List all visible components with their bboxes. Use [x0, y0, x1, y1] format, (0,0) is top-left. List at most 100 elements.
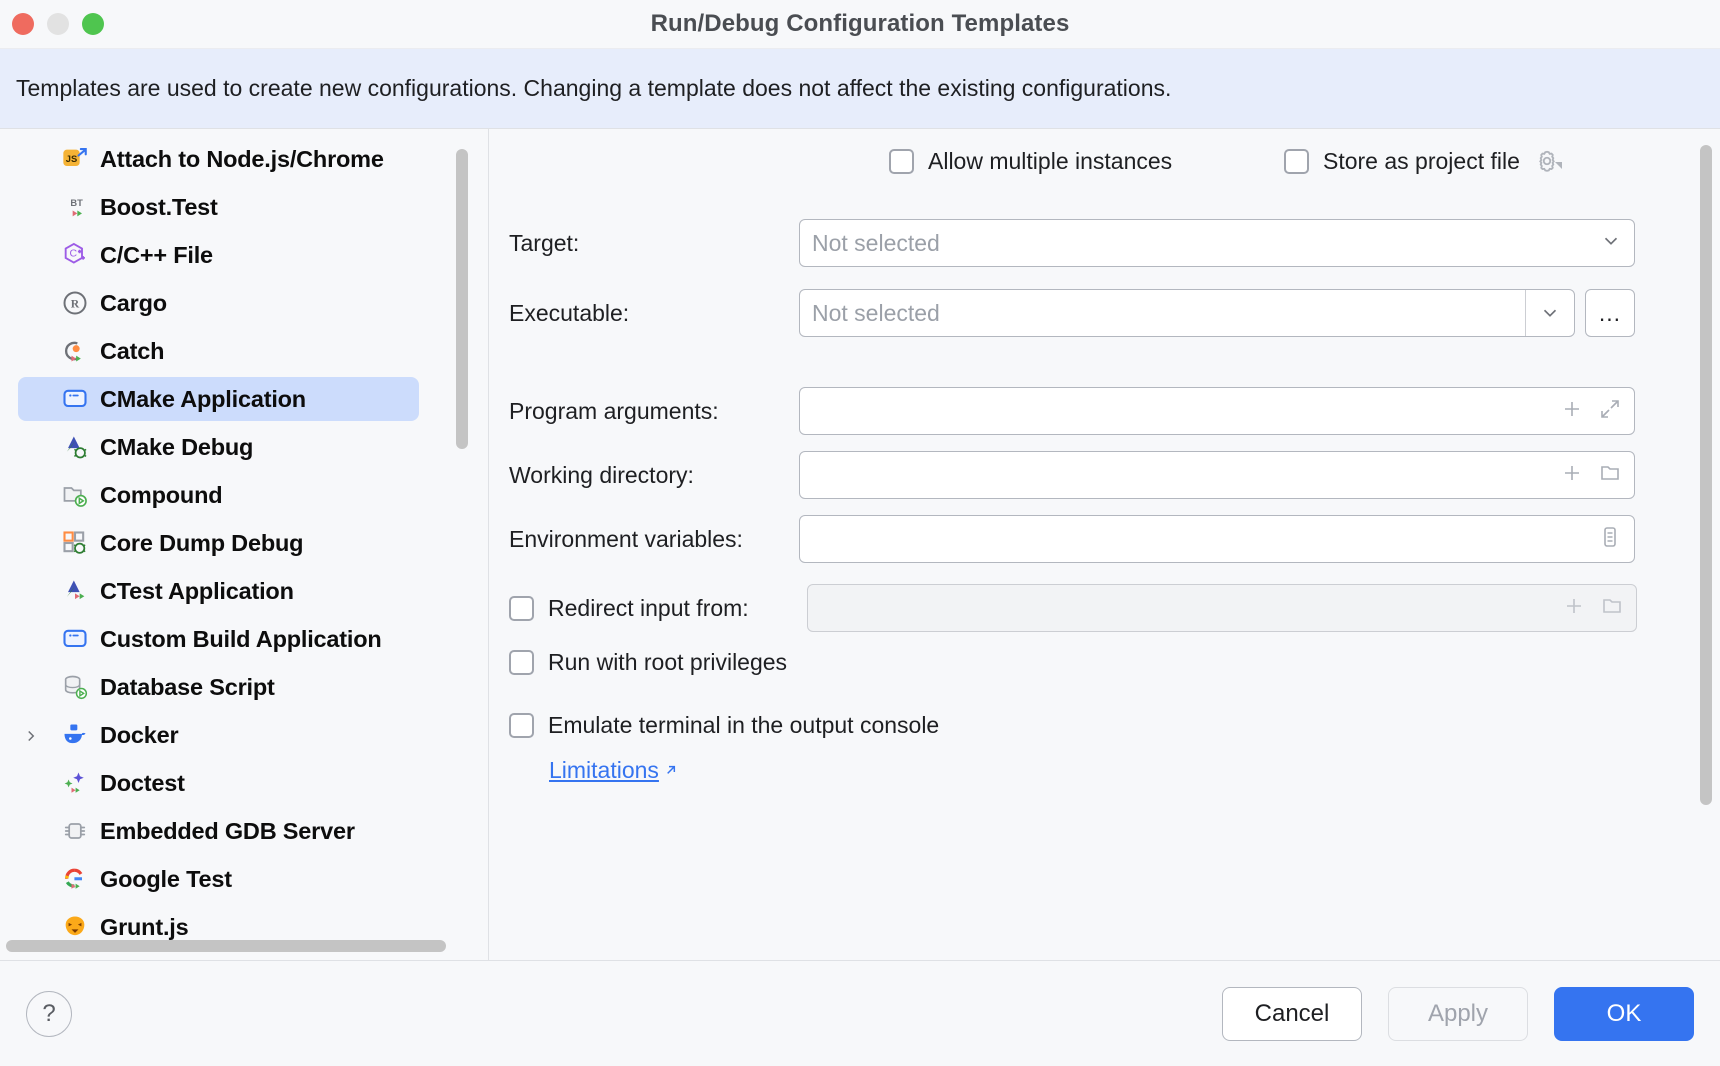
- target-value: Not selected: [812, 230, 940, 257]
- insert-macro-icon[interactable]: [1560, 461, 1584, 490]
- sidebar-item-label: Attach to Node.js/Chrome: [100, 146, 384, 173]
- nodejs-attach-icon: JS: [60, 144, 90, 174]
- insert-macro-icon[interactable]: [1560, 397, 1584, 426]
- svg-text:C: C: [69, 248, 77, 260]
- cmake-debug-icon: [60, 432, 90, 462]
- run-with-root-label: Run with root privileges: [548, 649, 787, 676]
- compound-folder-icon: [60, 480, 90, 510]
- sidebar-vertical-scrollbar-track[interactable]: [466, 137, 478, 920]
- allow-multiple-instances-row[interactable]: Allow multiple instances: [889, 148, 1172, 175]
- sidebar-item-embedded-gdb-server[interactable]: Embedded GDB Server: [0, 807, 489, 855]
- cancel-button[interactable]: Cancel: [1222, 987, 1362, 1041]
- doctest-icon: [60, 768, 90, 798]
- redirect-input-row: Redirect input from:: [489, 584, 1720, 632]
- run-with-root-row[interactable]: Run with root privileges: [489, 649, 1720, 676]
- emulate-terminal-row[interactable]: Emulate terminal in the output console: [489, 712, 1720, 739]
- target-combobox[interactable]: Not selected: [799, 219, 1635, 267]
- title-bar: Run/Debug Configuration Templates: [0, 0, 1720, 49]
- redirect-input-label: Redirect input from:: [548, 595, 749, 622]
- sidebar-item-label: Custom Build Application: [100, 626, 382, 653]
- svg-text:R: R: [71, 298, 80, 311]
- minimize-button[interactable]: [47, 13, 69, 35]
- executable-combobox[interactable]: Not selected: [799, 289, 1575, 337]
- sidebar-item-label: Docker: [100, 722, 178, 749]
- gear-icon[interactable]: [1534, 148, 1562, 174]
- sidebar-item-cmake-application[interactable]: CMake Application: [0, 375, 489, 423]
- external-link-icon: [663, 757, 679, 784]
- run-debug-configuration-templates-dialog: Run/Debug Configuration Templates Templa…: [0, 0, 1720, 1066]
- program-arguments-row: Program arguments:: [489, 387, 1720, 435]
- executable-label: Executable:: [489, 300, 799, 327]
- sidebar-item-label: CMake Application: [100, 386, 306, 413]
- sidebar-item-c-c-file[interactable]: C C/C++ File: [0, 231, 489, 279]
- window-controls: [12, 13, 104, 35]
- sidebar-item-cmake-debug[interactable]: CMake Debug: [0, 423, 489, 471]
- configuration-types-list: JSAttach to Node.js/ChromeBTBoost.TestCC…: [0, 129, 489, 951]
- sidebar-item-compound[interactable]: Compound: [0, 471, 489, 519]
- sidebar-vertical-scrollbar-thumb[interactable]: [456, 149, 468, 449]
- store-as-project-file-checkbox[interactable]: [1284, 149, 1309, 174]
- insert-macro-icon[interactable]: [1562, 594, 1586, 623]
- sidebar-item-docker[interactable]: Docker: [0, 711, 489, 759]
- help-button[interactable]: ?: [26, 991, 72, 1037]
- redirect-input-checkbox-group[interactable]: Redirect input from:: [489, 595, 799, 622]
- environment-variables-input[interactable]: [799, 515, 1635, 563]
- executable-row: Executable: Not selected ...: [489, 289, 1720, 337]
- sidebar-item-core-dump-debug[interactable]: Core Dump Debug: [0, 519, 489, 567]
- apply-button[interactable]: Apply: [1388, 987, 1528, 1041]
- window-title: Run/Debug Configuration Templates: [0, 10, 1720, 38]
- grunt-js-icon: [60, 912, 90, 942]
- program-arguments-input[interactable]: [799, 387, 1635, 435]
- store-as-project-file-label: Store as project file: [1323, 148, 1520, 175]
- svg-text:BT: BT: [70, 198, 83, 208]
- sidebar-item-label: Google Test: [100, 866, 232, 893]
- sidebar-item-label: Catch: [100, 338, 164, 365]
- sidebar-item-label: Embedded GDB Server: [100, 818, 355, 845]
- sidebar-item-database-script[interactable]: Database Script: [0, 663, 489, 711]
- redirect-input-checkbox[interactable]: [509, 596, 534, 621]
- executable-browse-button[interactable]: ...: [1585, 289, 1635, 337]
- browse-folder-icon[interactable]: [1600, 594, 1624, 623]
- allow-multiple-instances-checkbox[interactable]: [889, 149, 914, 174]
- working-directory-row: Working directory:: [489, 451, 1720, 499]
- store-as-project-file-row[interactable]: Store as project file: [1284, 148, 1562, 175]
- sidebar-item-cargo[interactable]: RCargo: [0, 279, 489, 327]
- chevron-down-icon[interactable]: [1600, 230, 1622, 257]
- sidebar-item-label: C/C++ File: [100, 242, 213, 269]
- sidebar-horizontal-scrollbar-thumb[interactable]: [6, 940, 446, 952]
- sidebar-item-google-test[interactable]: Google Test: [0, 855, 489, 903]
- configuration-types-sidebar: JSAttach to Node.js/ChromeBTBoost.TestCC…: [0, 129, 489, 960]
- boost-test-icon: BT: [60, 192, 90, 222]
- custom-build-application-icon: [60, 624, 90, 654]
- sidebar-item-attach-to-node-js-chrome[interactable]: JS Attach to Node.js/Chrome: [0, 135, 489, 183]
- executable-dropdown-button[interactable]: [1525, 290, 1574, 336]
- redirect-input-field[interactable]: [807, 584, 1637, 632]
- database-script-icon: [60, 672, 90, 702]
- sidebar-item-doctest[interactable]: Doctest: [0, 759, 489, 807]
- run-with-root-checkbox[interactable]: [509, 650, 534, 675]
- edit-env-vars-icon[interactable]: [1598, 525, 1622, 554]
- panel-vertical-scrollbar-thumb[interactable]: [1700, 145, 1712, 805]
- svg-text:JS: JS: [66, 154, 77, 164]
- sidebar-item-boost-test[interactable]: BTBoost.Test: [0, 183, 489, 231]
- embedded-gdb-server-icon: [60, 816, 90, 846]
- sidebar-item-catch[interactable]: Catch: [0, 327, 489, 375]
- sidebar-item-custom-build-application[interactable]: Custom Build Application: [0, 615, 489, 663]
- google-test-icon: [60, 864, 90, 894]
- executable-value: Not selected: [812, 300, 940, 327]
- browse-folder-icon[interactable]: [1598, 461, 1622, 490]
- zoom-button[interactable]: [82, 13, 104, 35]
- cmake-application-icon: [60, 384, 90, 414]
- cargo-rust-icon: R: [60, 288, 90, 318]
- limitations-link[interactable]: Limitations: [549, 757, 679, 784]
- chevron-right-icon[interactable]: [22, 727, 38, 743]
- ok-button[interactable]: OK: [1554, 987, 1694, 1041]
- expand-editor-icon[interactable]: [1598, 397, 1622, 426]
- sidebar-item-label: Grunt.js: [100, 914, 189, 941]
- target-row: Target: Not selected: [489, 219, 1720, 267]
- sidebar-item-label: CMake Debug: [100, 434, 253, 461]
- working-directory-input[interactable]: [799, 451, 1635, 499]
- emulate-terminal-checkbox[interactable]: [509, 713, 534, 738]
- sidebar-item-ctest-application[interactable]: CTest Application: [0, 567, 489, 615]
- close-button[interactable]: [12, 13, 34, 35]
